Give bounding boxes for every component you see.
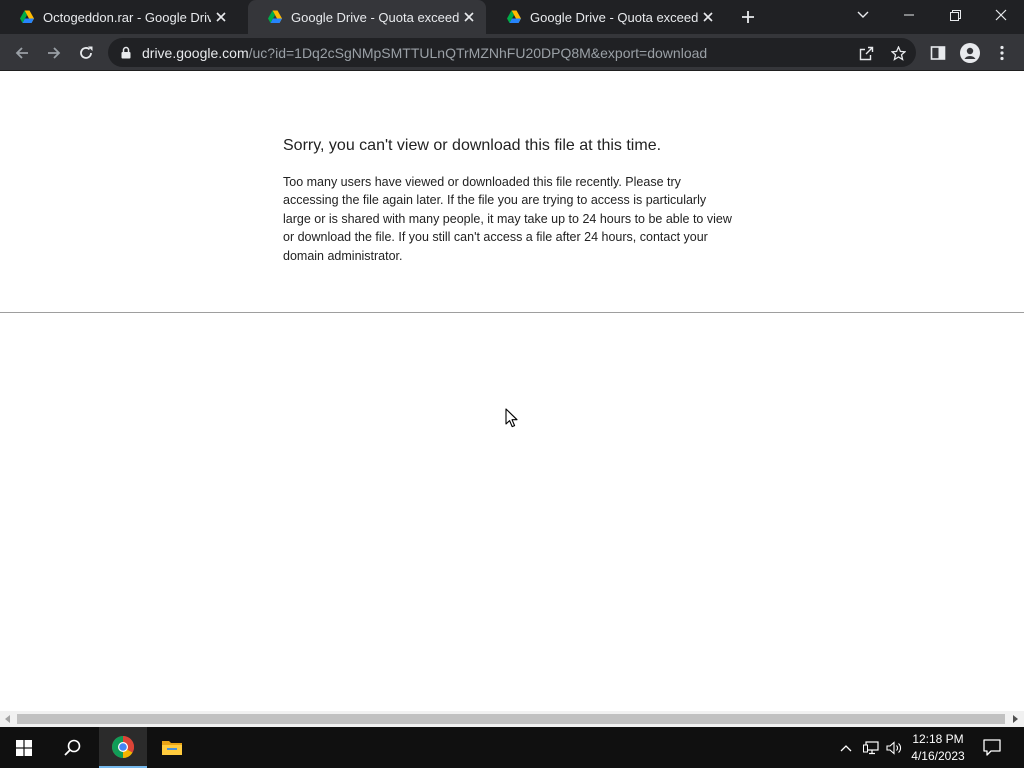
restore-icon — [949, 9, 961, 21]
close-icon[interactable] — [211, 7, 231, 27]
browser-toolbar: drive.google.com/uc?id=1Dq2cSgNMpSMTTULn… — [0, 34, 1024, 71]
profile-icon — [960, 43, 980, 63]
scrollbar-thumb[interactable] — [17, 714, 1005, 724]
minimize-icon — [904, 14, 914, 16]
share-button[interactable] — [854, 41, 878, 65]
chevron-down-icon — [857, 11, 869, 18]
lock-icon[interactable] — [118, 45, 134, 61]
tab-octogeddon[interactable]: Octogeddon.rar - Google Drive — [0, 0, 238, 34]
notification-icon — [983, 739, 1001, 756]
divider — [0, 312, 1024, 313]
start-button[interactable] — [0, 727, 48, 768]
tab-title: Google Drive - Quota exceeded — [530, 9, 698, 25]
scroll-left-icon[interactable] — [0, 711, 16, 727]
browser-menu-button[interactable] — [988, 39, 1016, 67]
share-icon — [859, 46, 873, 60]
action-center-button[interactable] — [968, 727, 1016, 768]
bookmark-button[interactable] — [886, 41, 910, 65]
back-button[interactable] — [8, 39, 36, 67]
plus-icon — [742, 11, 754, 23]
file-explorer-taskbar-button[interactable] — [148, 727, 196, 768]
address-bar[interactable]: drive.google.com/uc?id=1Dq2cSgNMpSMTTULn… — [108, 38, 916, 67]
tab-quota-exceeded[interactable]: Google Drive - Quota exceeded — [487, 0, 725, 34]
page-content: Sorry, you can't view or download this f… — [0, 71, 1024, 711]
url-path: /uc?id=1Dq2cSgNMpSMTTULnQTrMZNhFU20DPQ8M… — [248, 44, 708, 61]
scroll-right-icon[interactable] — [1008, 711, 1024, 727]
chrome-icon — [112, 735, 134, 758]
tab-title: Octogeddon.rar - Google Drive — [43, 9, 211, 25]
tab-quota-exceeded-active[interactable]: Google Drive - Quota exceeded — [248, 0, 486, 34]
clock-time: 12:18 PM — [912, 732, 964, 746]
tab-strip: Octogeddon.rar - Google Drive Google Dri… — [0, 0, 1024, 34]
chevron-up-icon — [840, 744, 852, 751]
speaker-icon — [886, 740, 901, 755]
back-icon — [15, 47, 28, 59]
close-icon[interactable] — [698, 7, 718, 27]
taskbar-clock[interactable]: 12:18 PM 4/16/2023 — [902, 731, 974, 765]
google-drive-icon — [20, 10, 34, 23]
google-drive-icon — [507, 10, 521, 23]
tab-search-button[interactable] — [840, 0, 886, 30]
side-panel-icon — [930, 46, 946, 60]
close-icon — [995, 9, 1007, 21]
error-body: Too many users have viewed or downloaded… — [283, 175, 732, 263]
mouse-cursor-icon — [505, 408, 518, 428]
horizontal-scrollbar[interactable] — [0, 711, 1024, 727]
windows-logo-icon — [16, 739, 32, 756]
error-message: Sorry, you can't view or download this f… — [283, 137, 733, 265]
reload-icon — [80, 46, 93, 59]
forward-button[interactable] — [40, 39, 68, 67]
windows-taskbar: 12:18 PM 4/16/2023 — [0, 727, 1024, 768]
profile-button[interactable] — [956, 39, 984, 67]
close-window-button[interactable] — [978, 0, 1024, 30]
forward-icon — [48, 47, 61, 59]
minimize-button[interactable] — [886, 0, 932, 30]
search-button[interactable] — [48, 727, 96, 768]
network-tray-button[interactable] — [860, 727, 882, 768]
clock-date: 4/16/2023 — [911, 749, 965, 763]
star-icon — [890, 45, 906, 61]
url-host: drive.google.com — [142, 44, 249, 61]
restore-button[interactable] — [932, 0, 978, 30]
menu-icon — [1000, 45, 1004, 61]
error-heading: Sorry, you can't view or download this f… — [283, 137, 662, 154]
close-icon[interactable] — [459, 7, 479, 27]
search-icon — [63, 739, 80, 756]
new-tab-button[interactable] — [736, 5, 760, 29]
chrome-taskbar-button[interactable] — [99, 727, 147, 768]
reload-button[interactable] — [72, 39, 100, 67]
tab-title: Google Drive - Quota exceeded — [291, 9, 459, 25]
network-icon — [863, 740, 879, 754]
show-hidden-icons-button[interactable] — [835, 727, 857, 768]
google-drive-icon — [268, 10, 282, 23]
folder-icon — [162, 740, 182, 755]
side-panel-button[interactable] — [924, 39, 952, 67]
